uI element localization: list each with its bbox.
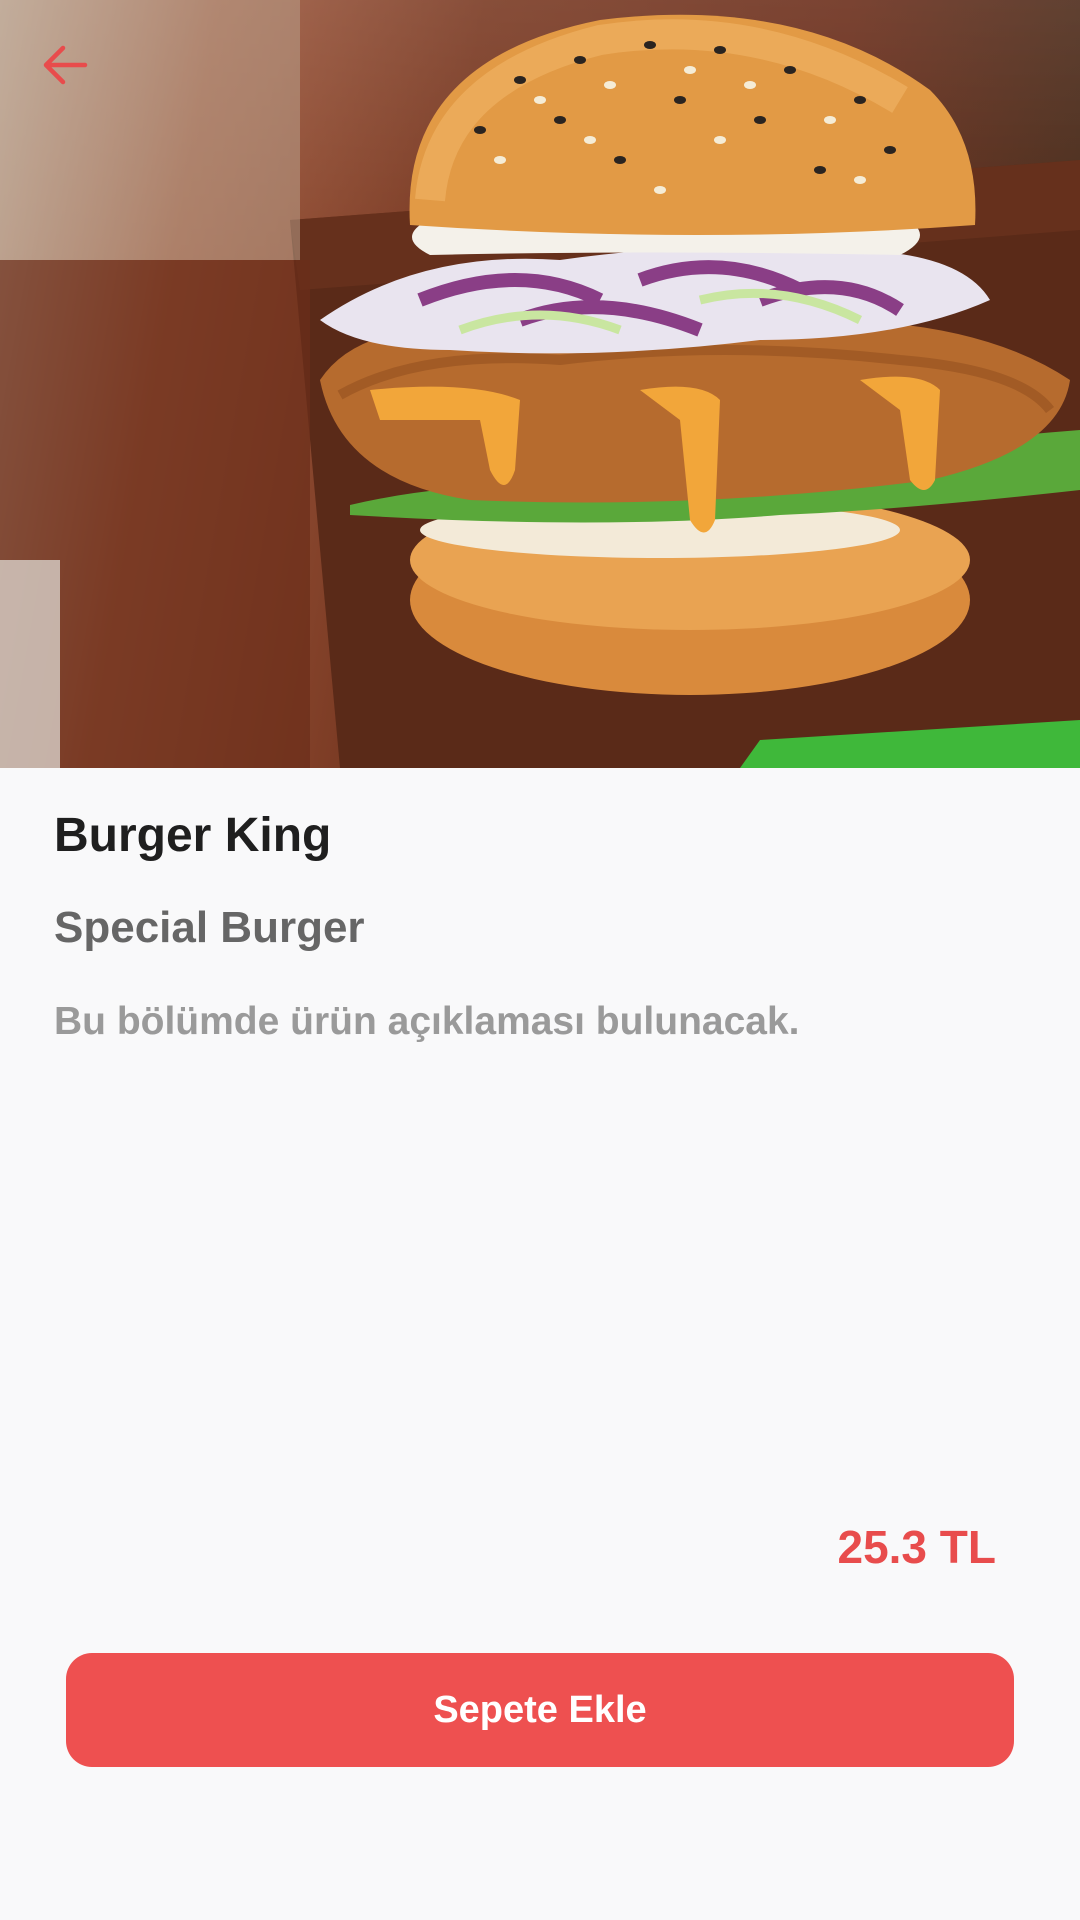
product-detail-screen: Burger King Special Burger Bu bölümde ür… — [0, 0, 1080, 1920]
burger-illustration — [0, 0, 1080, 768]
product-description: Bu bölümde ürün açıklaması bulunacak. — [54, 1000, 800, 1043]
product-name: Special Burger — [54, 903, 365, 952]
add-to-cart-button[interactable]: Sepete Ekle — [66, 1653, 1014, 1767]
add-to-cart-label: Sepete Ekle — [433, 1688, 647, 1731]
restaurant-name: Burger King — [54, 809, 332, 862]
burger-image — [0, 0, 1080, 768]
back-button[interactable] — [30, 30, 100, 100]
arrow-left-icon — [43, 45, 88, 85]
product-price: 25.3 TL — [837, 1521, 996, 1573]
